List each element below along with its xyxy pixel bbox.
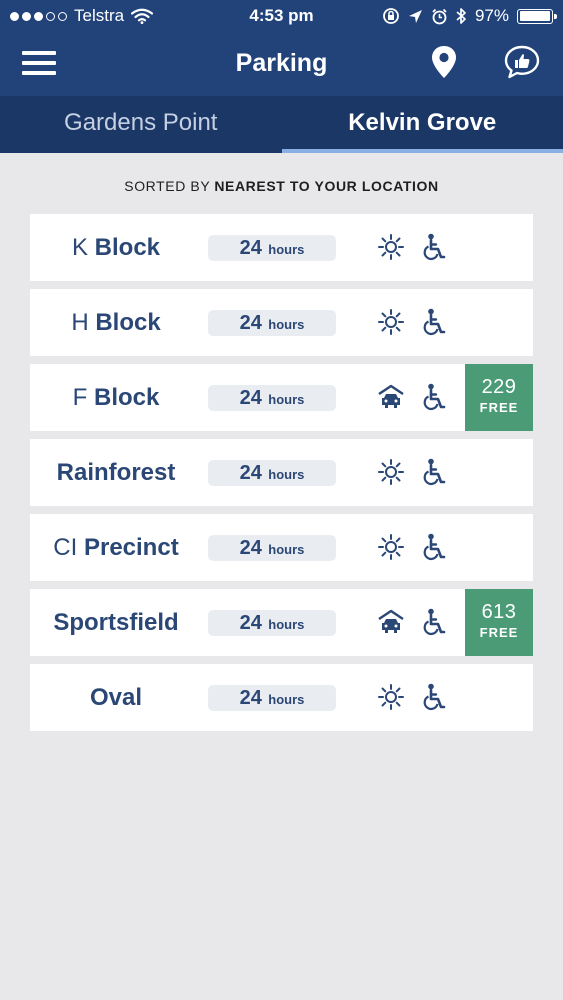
hours-value: 24 bbox=[239, 312, 262, 334]
carpark-name: Oval bbox=[30, 664, 202, 731]
battery-fill bbox=[519, 11, 550, 21]
carpark-name: Sportsfield bbox=[30, 589, 202, 656]
carpark-row[interactable]: Rainforest 24 hours bbox=[30, 439, 533, 506]
sun-icon bbox=[378, 234, 404, 260]
wheelchair-icon bbox=[423, 683, 447, 711]
wheelchair-icon bbox=[423, 233, 447, 261]
hours-unit: hours bbox=[268, 317, 305, 332]
carpark-name: H Block bbox=[30, 289, 202, 356]
bluetooth-icon bbox=[456, 8, 466, 24]
rotation-lock-icon bbox=[383, 8, 399, 24]
wheelchair-icon bbox=[423, 383, 447, 411]
campus-tabs: Gardens Point Kelvin Grove bbox=[0, 96, 563, 153]
carpark-name-main: Sportsfield bbox=[53, 609, 179, 636]
nav-bar: Parking bbox=[0, 32, 563, 96]
hours-badge: 24 hours bbox=[208, 685, 336, 711]
carpark-name-main: Block bbox=[93, 384, 160, 411]
carpark-name: K Block bbox=[30, 214, 202, 281]
hours-unit: hours bbox=[268, 542, 305, 557]
carpark-list: K Block 24 hours H Block 24 hours F Block 24 … bbox=[30, 214, 533, 739]
carpark-name: CI Precinct bbox=[30, 514, 202, 581]
carpark-row[interactable]: H Block 24 hours bbox=[30, 289, 533, 356]
carpark-name-main: Precinct bbox=[83, 534, 179, 561]
wheelchair-icon bbox=[423, 308, 447, 336]
carpark-name-main: Rainforest bbox=[56, 459, 176, 486]
hours-badge: 24 hours bbox=[208, 235, 336, 261]
hours-value: 24 bbox=[239, 537, 262, 559]
hours-unit: hours bbox=[268, 617, 305, 632]
status-bar: Telstra 4:53 pm 97% bbox=[0, 0, 563, 32]
feedback-button[interactable] bbox=[503, 44, 541, 80]
free-spaces-count: 613 bbox=[481, 601, 517, 623]
carpark-name-main: Block bbox=[95, 309, 161, 336]
thumbs-up-bubble-icon bbox=[504, 45, 540, 79]
carpark-row[interactable]: K Block 24 hours bbox=[30, 214, 533, 281]
page-title: Parking bbox=[235, 49, 328, 77]
hours-badge: 24 hours bbox=[208, 610, 336, 636]
carpark-name: Rainforest bbox=[30, 439, 202, 506]
battery-percent: 97% bbox=[474, 6, 509, 25]
wheelchair-icon bbox=[423, 608, 447, 636]
hours-badge: 24 hours bbox=[208, 385, 336, 411]
carpark-name-main: Block bbox=[94, 234, 161, 261]
hours-value: 24 bbox=[239, 612, 262, 634]
sort-value: NEAREST TO YOUR LOCATION bbox=[214, 178, 439, 194]
status-bar-right: 97% bbox=[382, 6, 557, 26]
covered-car-icon bbox=[378, 384, 404, 410]
hours-value: 24 bbox=[239, 687, 262, 709]
carpark-name-prefix: F bbox=[72, 384, 88, 411]
wheelchair-icon bbox=[423, 458, 447, 486]
sun-icon bbox=[378, 684, 404, 710]
free-spaces-count: 229 bbox=[481, 376, 517, 398]
battery-icon bbox=[517, 8, 557, 24]
carpark-name-prefix: CI bbox=[53, 534, 78, 561]
alarm-icon bbox=[432, 8, 447, 24]
free-spaces-label: FREE bbox=[479, 400, 519, 415]
carpark-name-main: Oval bbox=[89, 684, 143, 711]
hours-unit: hours bbox=[268, 467, 305, 482]
location-arrow-icon bbox=[408, 9, 422, 23]
carpark-row[interactable]: CI Precinct 24 hours bbox=[30, 514, 533, 581]
hours-unit: hours bbox=[268, 692, 305, 707]
hours-value: 24 bbox=[239, 462, 262, 484]
carpark-row[interactable]: Oval 24 hours bbox=[30, 664, 533, 731]
free-spaces-badge: 229 FREE bbox=[465, 364, 533, 431]
carpark-row[interactable]: Sportsfield 24 hours 613 FREE bbox=[30, 589, 533, 656]
hours-unit: hours bbox=[268, 392, 305, 407]
tab-gardens-point[interactable]: Gardens Point bbox=[0, 96, 282, 153]
hours-unit: hours bbox=[268, 242, 305, 257]
covered-car-icon bbox=[378, 609, 404, 635]
hours-value: 24 bbox=[239, 387, 262, 409]
free-spaces-label: FREE bbox=[479, 625, 519, 640]
hours-badge: 24 hours bbox=[208, 535, 336, 561]
sort-prefix: SORTED BY bbox=[124, 178, 211, 194]
sort-indicator: SORTED BY NEAREST TO YOUR LOCATION bbox=[0, 178, 563, 194]
location-button[interactable] bbox=[428, 44, 460, 80]
hours-value: 24 bbox=[239, 237, 262, 259]
map-pin-icon bbox=[432, 46, 456, 78]
hours-badge: 24 hours bbox=[208, 310, 336, 336]
sun-icon bbox=[378, 534, 404, 560]
sun-icon bbox=[378, 459, 404, 485]
tab-kelvin-grove[interactable]: Kelvin Grove bbox=[281, 96, 563, 153]
free-spaces-badge: 613 FREE bbox=[465, 589, 533, 656]
carpark-name-prefix: K bbox=[71, 234, 88, 261]
carpark-name: F Block bbox=[30, 364, 202, 431]
carpark-name-prefix: H bbox=[71, 309, 89, 336]
carpark-row[interactable]: F Block 24 hours 229 FREE bbox=[30, 364, 533, 431]
wheelchair-icon bbox=[423, 533, 447, 561]
hours-badge: 24 hours bbox=[208, 460, 336, 486]
sun-icon bbox=[378, 309, 404, 335]
